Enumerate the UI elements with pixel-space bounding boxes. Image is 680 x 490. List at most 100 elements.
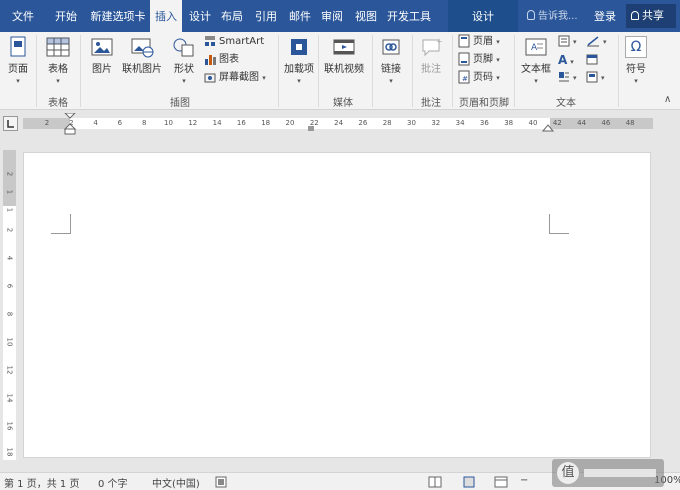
- tab-selector[interactable]: [3, 116, 18, 131]
- ruler-tick-label: 42: [552, 119, 562, 127]
- signature-line-button[interactable]: ▾: [586, 34, 607, 50]
- vruler-tick-label: 14: [5, 393, 14, 403]
- dropcap-button[interactable]: ▾: [558, 70, 577, 86]
- share-button[interactable]: 共享: [626, 4, 676, 28]
- login-link[interactable]: 登录: [594, 0, 616, 32]
- tab-view[interactable]: 视图: [352, 0, 380, 32]
- ruler-tick-label: 30: [407, 119, 416, 127]
- group-label-comments: 批注: [421, 98, 441, 109]
- page-number-button[interactable]: # 页码 ▾: [458, 70, 500, 86]
- online-video-button[interactable]: 联机视频: [322, 36, 366, 75]
- watermark-overlay: 值: [552, 459, 664, 487]
- signature-icon: [587, 36, 599, 47]
- tab-mailings[interactable]: 邮件: [286, 0, 314, 32]
- table-button[interactable]: 表格 ▾: [42, 36, 74, 86]
- symbol-label: 符号: [626, 64, 646, 75]
- screenshot-label: 屏幕截图: [219, 72, 259, 83]
- tab-references[interactable]: 引用: [252, 0, 280, 32]
- vertical-ruler[interactable]: 2 1 1 2 4 6 8 10 12 14 16 18: [3, 150, 16, 460]
- video-icon: [333, 39, 355, 55]
- vruler-tick-label: 8: [5, 311, 14, 317]
- tab-developer[interactable]: 开发工具: [384, 0, 434, 32]
- tab-insert[interactable]: 插入: [150, 0, 182, 32]
- page-count[interactable]: 第 1 页，共 1 页: [4, 475, 79, 490]
- document-page[interactable]: [23, 152, 651, 458]
- zoom-out-button[interactable]: −: [520, 475, 528, 486]
- online-pictures-button[interactable]: 联机图片: [120, 36, 164, 75]
- smartart-button[interactable]: SmartArt: [204, 34, 264, 50]
- share-label: 共享: [642, 9, 664, 22]
- language-indicator[interactable]: 中文(中国): [152, 475, 200, 490]
- group-label-text: 文本: [556, 98, 576, 109]
- vruler-tick-label: 16: [5, 421, 14, 431]
- print-layout-icon[interactable]: [462, 476, 476, 488]
- vruler-tick-label: 1: [5, 189, 14, 195]
- date-time-button[interactable]: [586, 52, 601, 68]
- svg-text:#: #: [462, 75, 468, 83]
- links-button[interactable]: 链接 ▾: [376, 36, 406, 86]
- chevron-down-icon: ▾: [182, 77, 186, 85]
- ruler-tick-label: 6: [117, 119, 123, 127]
- ruler-tick-label: 34: [455, 119, 465, 127]
- ruler-tick-label: 44: [577, 119, 587, 127]
- word-count[interactable]: 0 个字: [98, 475, 128, 490]
- chart-icon: [205, 55, 216, 65]
- pages-button[interactable]: 页面 ▾: [4, 36, 32, 86]
- read-mode-icon[interactable]: [428, 476, 442, 488]
- ruler-tick-label: 24: [334, 119, 344, 127]
- chevron-down-icon: ▾: [389, 77, 393, 85]
- tab-file[interactable]: 文件: [4, 0, 42, 32]
- shapes-button[interactable]: 形状 ▾: [168, 36, 200, 86]
- page-icon: [10, 36, 26, 57]
- tab-layout[interactable]: 布局: [218, 0, 246, 32]
- tab-home[interactable]: 开始: [48, 0, 84, 32]
- vruler-tick-label: 4: [5, 255, 14, 261]
- collapse-ribbon-icon[interactable]: ∧: [664, 94, 671, 105]
- quick-parts-button[interactable]: ▾: [558, 34, 577, 50]
- lightbulb-icon: [527, 10, 535, 20]
- ruler-tick-label: 2: [69, 119, 74, 127]
- web-layout-icon[interactable]: [494, 476, 508, 488]
- shapes-icon: [173, 38, 194, 57]
- dropcap-icon: [559, 72, 569, 82]
- ruler-tick-label: 26: [358, 119, 368, 127]
- horizontal-ruler[interactable]: 2 2 4 6 8 10 12 14 16 18 20 22 24 26 28 30 32 34 36 38 40 42 4…: [23, 113, 653, 135]
- textbox-button[interactable]: A 文本框 ▾: [518, 36, 554, 86]
- tell-me-box[interactable]: 告诉我...: [527, 0, 578, 32]
- symbol-button[interactable]: Ω 符号 ▾: [622, 36, 650, 86]
- screenshot-button[interactable]: 屏幕截图 ▾: [204, 70, 266, 86]
- ribbon-tab-bar: 文件 开始 新建选项卡 插入 设计 布局 引用 邮件 审阅 视图 开发工具 设计…: [0, 0, 680, 32]
- vruler-tick-label: 12: [5, 365, 14, 375]
- quick-parts-icon: [558, 35, 570, 47]
- macro-record-icon[interactable]: [215, 476, 227, 488]
- ruler-tick-label: 32: [431, 119, 441, 127]
- footer-icon: [458, 52, 470, 66]
- header-button[interactable]: 页眉 ▾: [458, 34, 500, 50]
- chart-button[interactable]: 图表: [204, 52, 239, 68]
- pages-label: 页面: [8, 64, 28, 75]
- tab-new-tab[interactable]: 新建选项卡: [86, 0, 150, 32]
- comment-label: 批注: [421, 64, 441, 75]
- ruler-tick-label: 16: [236, 119, 246, 127]
- svg-text:A: A: [531, 43, 538, 53]
- textbox-icon: A: [525, 38, 547, 56]
- footer-button[interactable]: 页脚 ▾: [458, 52, 500, 68]
- vruler-tick-label: 18: [5, 447, 14, 457]
- wordart-button[interactable]: A ▾: [558, 52, 574, 68]
- picture-icon: [91, 38, 113, 56]
- comment-button[interactable]: + 批注: [416, 36, 446, 75]
- group-label-header-footer: 页眉和页脚: [459, 98, 509, 109]
- tab-context-design[interactable]: 设计: [448, 0, 518, 32]
- ruler-tick-label: 8: [141, 119, 147, 127]
- link-icon: [382, 39, 400, 55]
- pictures-button[interactable]: 图片: [86, 36, 118, 75]
- online-picture-icon: [131, 38, 154, 58]
- chevron-down-icon: ▾: [634, 77, 638, 85]
- tab-review[interactable]: 审阅: [318, 0, 346, 32]
- addins-button[interactable]: 加载项 ▾: [284, 36, 314, 86]
- crop-mark-left: [51, 214, 71, 234]
- tab-design[interactable]: 设计: [186, 0, 214, 32]
- object-button[interactable]: ▾: [586, 70, 605, 86]
- tell-me-text: 告诉我...: [538, 11, 578, 22]
- smartart-icon: [205, 36, 215, 46]
